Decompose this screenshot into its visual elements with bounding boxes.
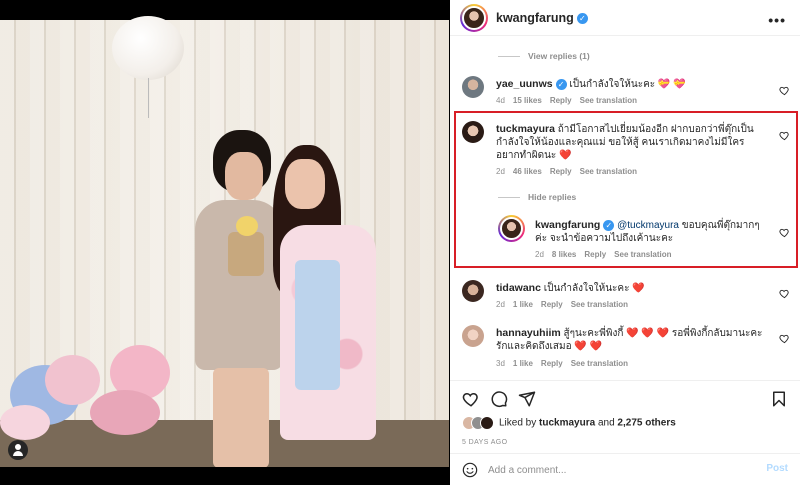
commenter-avatar[interactable] — [462, 325, 484, 347]
commenter-username[interactable]: hannayuhiim — [496, 327, 561, 339]
comment-composer: Post — [450, 453, 800, 485]
more-options-icon[interactable]: ••• — [768, 12, 786, 28]
liked-by-username[interactable]: tuckmayura — [539, 418, 595, 429]
comment-text: เป็นกำลังใจให้นะคะ 💝 💝 — [569, 79, 686, 90]
comment-age: 3d — [496, 359, 505, 368]
cake-topper — [236, 216, 258, 236]
like-comment-heart-icon[interactable] — [779, 83, 790, 96]
comment-likes-count[interactable]: 1 like — [513, 300, 533, 309]
post-header: kwangfarung ✓ ••• — [450, 0, 800, 36]
comment-text: เป็นกำลังใจให้นะคะ ❤️ — [543, 283, 645, 294]
add-comment-input[interactable] — [488, 461, 738, 479]
commenter-username[interactable]: tidawanc — [496, 282, 541, 294]
see-translation-button[interactable]: See translation — [571, 300, 628, 309]
comment-likes-count[interactable]: 15 likes — [513, 96, 542, 105]
see-translation-button[interactable]: See translation — [580, 96, 637, 105]
comment-bubble-icon[interactable] — [490, 390, 508, 408]
post-photo[interactable] — [0, 0, 449, 467]
verified-badge-icon: ✓ — [555, 78, 567, 90]
post-timestamp[interactable]: 5 DAYS AGO — [462, 439, 508, 446]
tagged-users-icon[interactable] — [8, 440, 28, 460]
comment-age: 2d — [496, 300, 505, 309]
balloon — [112, 16, 184, 80]
post-comment-button[interactable]: Post — [766, 463, 788, 474]
liked-by-label: Liked by — [499, 417, 540, 429]
likes-others-count[interactable]: 2,275 others — [617, 418, 675, 429]
commenter-username[interactable]: yae_uunws — [496, 78, 553, 90]
liked-by-and: and — [595, 417, 618, 429]
author-avatar[interactable] — [460, 4, 488, 32]
see-translation-button[interactable]: See translation — [571, 359, 628, 368]
bookmark-icon[interactable] — [770, 390, 788, 408]
like-heart-icon[interactable] — [462, 390, 480, 408]
highlight-box — [454, 111, 798, 268]
author-username[interactable]: kwangfarung ✓ — [496, 11, 588, 25]
like-comment-heart-icon[interactable] — [779, 286, 790, 299]
reply-button[interactable]: Reply — [541, 359, 563, 368]
view-replies-label[interactable]: View replies (1) — [528, 51, 590, 61]
like-comment-heart-icon[interactable] — [779, 331, 790, 344]
commenter-avatar[interactable] — [462, 76, 484, 98]
reply-button[interactable]: Reply — [550, 96, 572, 105]
comment-likes-count[interactable]: 1 like — [513, 359, 533, 368]
reply-line-divider — [498, 56, 520, 58]
emoji-icon[interactable] — [462, 462, 478, 478]
verified-badge-icon: ✓ — [576, 13, 588, 25]
comment-age: 4d — [496, 96, 505, 105]
person-right — [265, 145, 380, 467]
share-paper-plane-icon[interactable] — [518, 390, 536, 408]
cake — [228, 232, 264, 276]
balloon-string — [148, 78, 149, 118]
photo-letterbox — [0, 0, 449, 20]
commenter-avatar[interactable] — [462, 280, 484, 302]
view-replies-toggle[interactable]: View replies (1) — [498, 51, 590, 61]
author-name[interactable]: kwangfarung — [496, 11, 574, 25]
flower-bouquets — [0, 345, 180, 440]
post-action-bar — [450, 380, 800, 410]
likes-summary: Liked by tuckmayura and 2,275 others — [462, 416, 676, 434]
reply-button[interactable]: Reply — [541, 300, 563, 309]
liker-avatar — [480, 416, 494, 430]
